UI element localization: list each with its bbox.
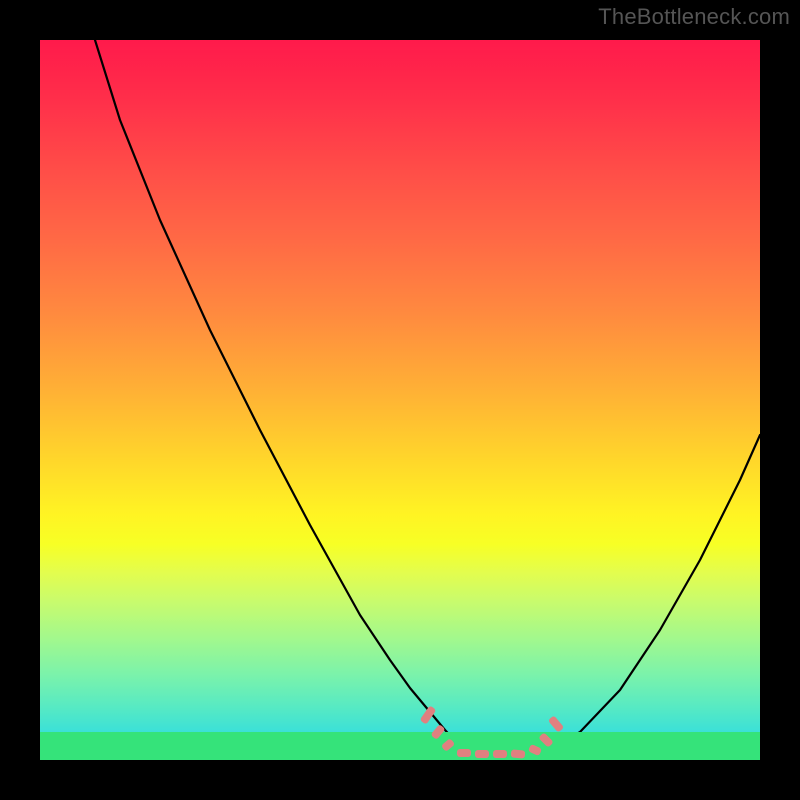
pink-dash-6 xyxy=(511,749,526,758)
plot-area xyxy=(40,40,760,760)
pink-dash-5 xyxy=(493,750,507,758)
pink-dash-3 xyxy=(457,749,471,757)
pink-dash-4 xyxy=(475,750,489,758)
bottleneck-curve xyxy=(40,40,760,760)
chart-frame: TheBottleneck.com xyxy=(0,0,800,800)
watermark-text: TheBottleneck.com xyxy=(598,4,790,30)
green-base-band xyxy=(40,732,760,760)
